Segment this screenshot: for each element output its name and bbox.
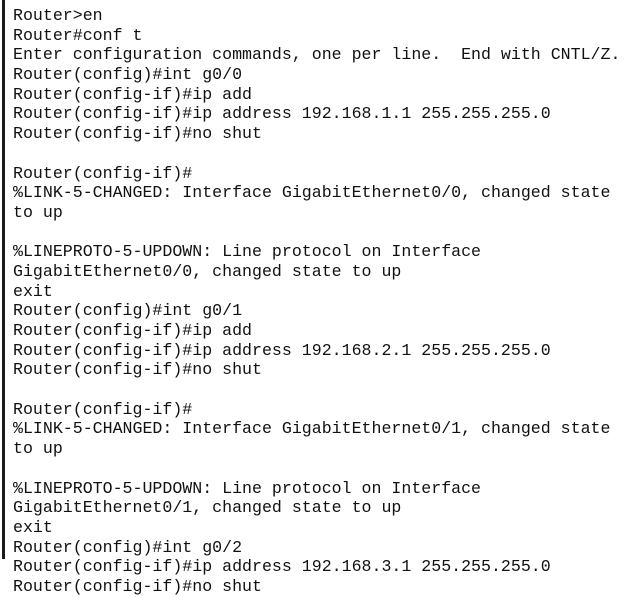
- console-line: Router(config-if)#ip address 192.168.2.1…: [13, 340, 551, 360]
- terminal-left-rule: [2, 0, 5, 559]
- console-line: Router(config-if)#no shut: [13, 576, 262, 596]
- console-line: %LINK-5-CHANGED: Interface GigabitEthern…: [13, 419, 611, 439]
- console-line: to up: [13, 202, 63, 222]
- console-line: Router(config)#int g0/0: [13, 65, 243, 85]
- console-line: Router>en: [13, 6, 103, 25]
- console-line: exit: [13, 281, 53, 301]
- console-line: Router(config-if)#ip add: [13, 84, 252, 104]
- console-line: %LINEPROTO-5-UPDOWN: Line protocol on In…: [13, 478, 482, 498]
- console-line: %LINEPROTO-5-UPDOWN: Line protocol on In…: [13, 242, 482, 262]
- router-cli-terminal[interactable]: Router>en Router#conf t Enter configuratio…: [0, 0, 635, 596]
- console-line: Router(config-if)#ip address 192.168.3.1…: [13, 557, 551, 577]
- console-line: exit: [13, 517, 53, 537]
- console-line: Router(config-if)#: [13, 163, 193, 183]
- console-output[interactable]: Router>en Router#conf t Enter configuratio…: [13, 6, 635, 597]
- console-line: Router(config)#int g0/2: [13, 537, 243, 557]
- console-line: Router(config-if)#no shut: [13, 124, 262, 144]
- console-line: Enter configuration commands, one per li…: [13, 45, 621, 65]
- console-line: Router(config)#int g0/1: [13, 301, 243, 321]
- console-line: GigabitEthernet0/0, changed state to up: [13, 261, 402, 281]
- console-line: Router(config-if)#no shut: [13, 360, 262, 380]
- console-line: %LINK-5-CHANGED: Interface GigabitEthern…: [13, 183, 611, 203]
- console-line: to up: [13, 439, 63, 459]
- console-line: Router(config-if)#ip add: [13, 321, 252, 340]
- console-line: GigabitEthernet0/1, changed state to up: [13, 498, 402, 518]
- console-line: Router#conf t: [13, 25, 143, 45]
- console-line: Router(config-if)#: [13, 399, 193, 419]
- console-line: Router(config-if)#ip address 192.168.1.1…: [13, 104, 551, 124]
